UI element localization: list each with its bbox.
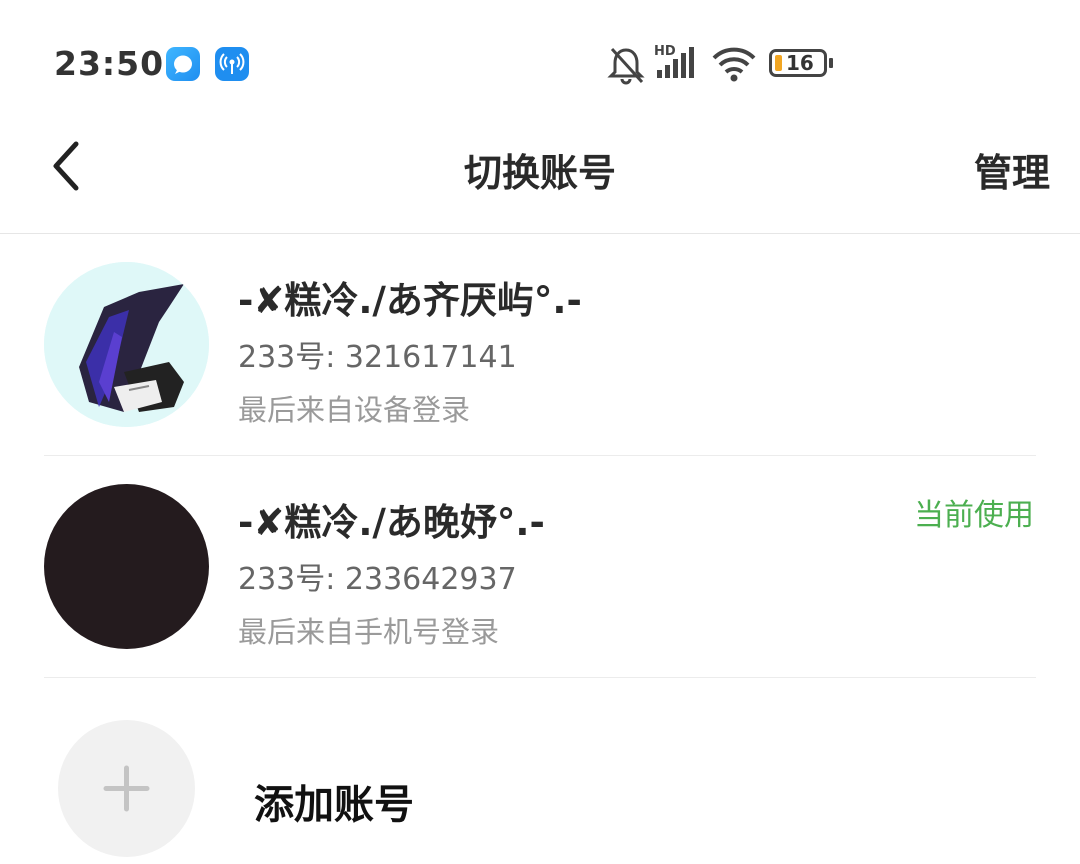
last-login-method: 最后来自设备登录: [238, 393, 471, 427]
app-icon-wireless: [215, 47, 249, 81]
account-name: -✘糕冷./あ齐厌屿°.-: [238, 279, 582, 322]
account-item[interactable]: -✘糕冷./あ晚妤°.- 当前使用 233号: 233642937 最后来自手机…: [0, 456, 1080, 678]
account-item[interactable]: -✘糕冷./あ齐厌屿°.- 233号: 321617141 最后来自设备登录: [0, 234, 1080, 456]
page-title: 切换账号: [463, 151, 616, 195]
account-name: -✘糕冷./あ晚妤°.-: [238, 501, 545, 544]
bell-muted-icon: [607, 47, 645, 85]
add-account-label: 添加账号: [254, 782, 414, 828]
avatar: [44, 484, 209, 649]
status-time: 23:50: [54, 44, 165, 83]
battery-icon: 16: [769, 49, 833, 77]
add-account-button[interactable]: 添加账号: [0, 678, 1080, 864]
status-bar: 23:50 HD 16: [0, 0, 1080, 120]
manage-button[interactable]: 管理: [974, 142, 1050, 197]
app-header: 切换账号 管理: [0, 120, 1080, 233]
account-id: 233号: 321617141: [238, 340, 517, 375]
signal-icon: [657, 47, 694, 78]
current-account-badge: 当前使用: [914, 498, 1034, 533]
wifi-icon: [712, 47, 756, 82]
avatar: [44, 262, 209, 427]
last-login-method: 最后来自手机号登录: [238, 615, 500, 649]
account-id: 233号: 233642937: [238, 562, 517, 597]
add-account-circle: [58, 720, 195, 857]
app-icon-bubble: [166, 47, 200, 81]
battery-level: 16: [786, 51, 814, 75]
plus-icon: [103, 765, 150, 812]
